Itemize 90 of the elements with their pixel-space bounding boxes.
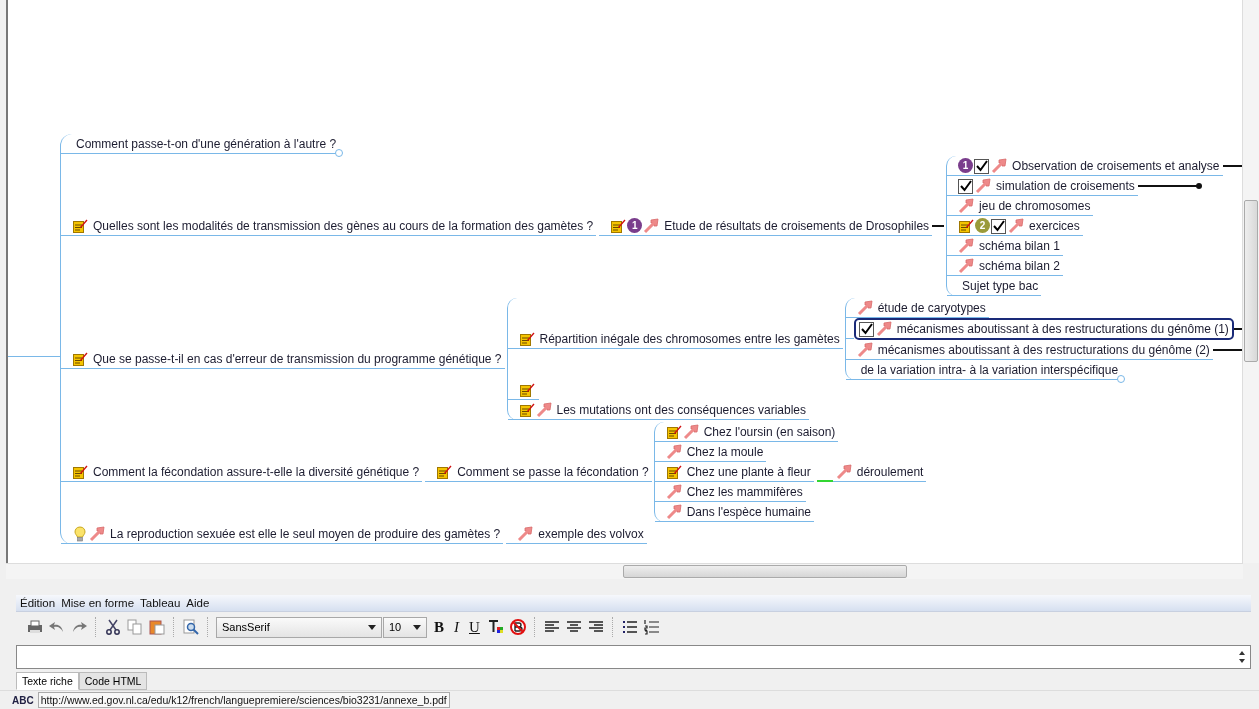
underline-button[interactable]: U: [466, 618, 483, 636]
map-node[interactable]: Répartition inégale des chromosomes entre les gamètes: [515, 329, 843, 349]
map-node[interactable]: schéma bilan 1: [955, 236, 1063, 256]
priority-badge: 1: [627, 218, 643, 233]
map-node[interactable]: Comment la fécondation assure-t-elle la diversité génétique ?: [69, 462, 423, 482]
arrow-icon: [875, 321, 892, 337]
note-icon: [518, 401, 535, 418]
text-input[interactable]: [16, 645, 1251, 669]
arrow-icon: [856, 341, 873, 358]
note-icon: [518, 381, 535, 398]
lightbulb-icon: [72, 525, 88, 542]
arrow-icon: [975, 177, 992, 194]
map-node[interactable]: déroulement: [832, 462, 927, 482]
editor-tab[interactable]: Code HTML: [78, 672, 148, 690]
arrow-icon: [665, 443, 682, 460]
priority-badge: 1: [958, 158, 974, 173]
arrow-icon: [958, 257, 975, 274]
clear-icon[interactable]: [508, 618, 527, 636]
note-icon: [958, 217, 975, 234]
note-icon: [72, 217, 88, 234]
map-node[interactable]: étude de caryotypes: [853, 298, 989, 318]
arrow-icon: [682, 423, 699, 440]
note-icon: [72, 350, 88, 367]
map-node[interactable]: Quelles sont les modalités de transmission des gènes au cours de la formation des gamètes ?: [69, 216, 597, 236]
cut-icon[interactable]: [104, 618, 122, 636]
arrow-icon: [991, 157, 1008, 174]
find-icon[interactable]: [182, 618, 200, 636]
note-icon: [665, 463, 682, 480]
map-node[interactable]: 2 exercices: [955, 216, 1083, 236]
vertical-scrollbar[interactable]: [1242, 0, 1259, 564]
link-address: http://www.ed.gov.nl.ca/edu/k12/french/languepremiere/sciences/bio3231/annexe_b.pdf: [37, 692, 450, 708]
menu-item[interactable]: Édition: [20, 597, 56, 609]
note-icon: [436, 463, 453, 480]
map-node[interactable]: Chez l'oursin (en saison): [662, 422, 839, 442]
color-icon[interactable]: [486, 618, 505, 636]
numbers-icon[interactable]: [642, 618, 661, 636]
arrow-icon: [89, 525, 105, 542]
paste-icon[interactable]: [148, 618, 166, 636]
map-node[interactable]: Comment se passe la fécondation ?: [433, 462, 652, 482]
caret-icon: [413, 624, 421, 630]
caret-icon: [368, 624, 376, 630]
map-node[interactable]: La reproduction sexuée est elle le seul moyen de produire des gamètes ?: [69, 524, 504, 544]
checkbox-icon: [974, 157, 991, 174]
arrow-icon: [958, 237, 975, 254]
print-icon[interactable]: [26, 618, 44, 636]
map-node[interactable]: mécanismes aboutissant à des restructurations du génôme (1): [853, 318, 1234, 340]
checkbox-icon: [958, 177, 975, 194]
arrow-icon: [665, 503, 682, 520]
map-node[interactable]: Que se passe-t-il en cas d'erreur de transmission du programme génétique ?: [69, 349, 505, 369]
arrow-icon: [535, 401, 552, 418]
editor-tab[interactable]: Texte riche: [16, 672, 79, 690]
arrow-icon: [665, 483, 682, 500]
note-icon: [665, 423, 682, 440]
map-node[interactable]: Chez une plante à fleur: [662, 462, 814, 482]
map-node[interactable]: mécanismes aboutissant à des restructurations du génôme (2): [853, 340, 1213, 360]
menu-item[interactable]: Tableau: [140, 597, 181, 609]
font-select[interactable]: SansSerif: [216, 616, 382, 638]
map-node[interactable]: exemple des volvox: [514, 524, 647, 544]
arrow-icon: [1008, 217, 1025, 234]
map-node[interactable]: 1 Etude de résultats de croisements de Drosophiles: [607, 216, 933, 236]
spell-check-button[interactable]: ABC: [10, 693, 36, 707]
bullets-icon[interactable]: [620, 618, 639, 636]
priority-badge: 2: [975, 218, 991, 233]
note-icon: [72, 463, 88, 480]
map-node[interactable]: jeu de chromosomes: [955, 196, 1094, 216]
map-node[interactable]: Dans l'espèce humaine: [662, 502, 814, 522]
horizontal-scrollbar[interactable]: [6, 563, 1243, 579]
italic-button[interactable]: I: [451, 618, 462, 636]
size-select[interactable]: 10: [383, 616, 427, 638]
menu-item[interactable]: Aide: [186, 597, 210, 609]
map-node[interactable]: simulation de croisements: [955, 176, 1138, 196]
checkbox-icon: [858, 321, 875, 337]
map-node[interactable]: Chez la moule: [662, 442, 767, 462]
arrow-icon: [517, 525, 534, 542]
map-node[interactable]: 1 Observation de croisements et analyse: [955, 156, 1223, 176]
map-node[interactable]: Comment passe-t-on d'une génération à l'autre ?: [69, 134, 340, 154]
arrow-icon: [643, 217, 660, 234]
arrow-icon: [856, 299, 873, 316]
arrow-icon: [958, 197, 975, 214]
checkbox-icon: [991, 217, 1008, 234]
map-node[interactable]: schéma bilan 2: [955, 256, 1063, 276]
map-node[interactable]: Les mutations ont des conséquences variables: [515, 400, 809, 420]
map-node[interactable]: Sujet type bac: [955, 276, 1042, 296]
note-icon: [518, 330, 535, 347]
bold-button[interactable]: B: [431, 618, 447, 636]
menu-item[interactable]: Mise en forme: [61, 597, 135, 609]
note-icon: [610, 217, 627, 234]
arrow-icon: [835, 463, 852, 480]
map-node[interactable]: de la variation intra- à la variation interspécifique: [853, 360, 1122, 380]
map-node[interactable]: Chez les mammifères: [662, 482, 806, 502]
